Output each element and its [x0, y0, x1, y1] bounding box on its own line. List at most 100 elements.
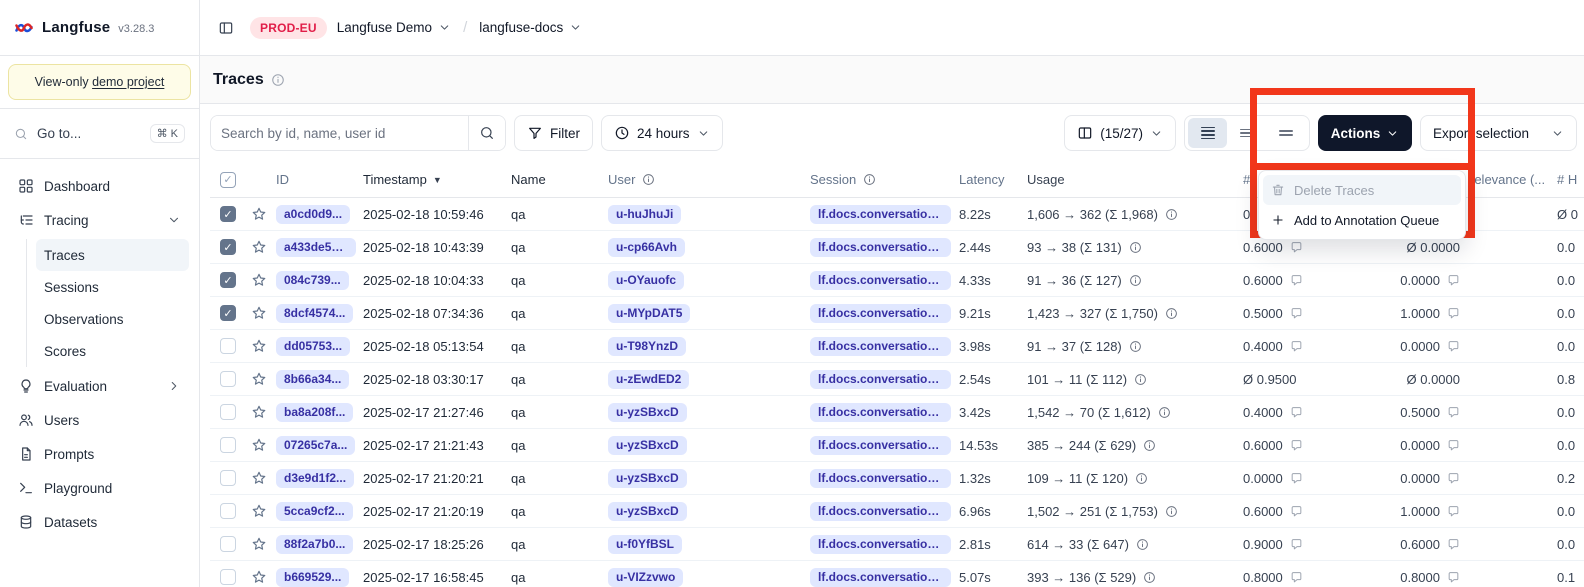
table-row[interactable]: ✓8dcf4574...2025-02-18 07:34:36qau-MYpDA… [210, 297, 1584, 330]
row-checkbox[interactable] [220, 569, 236, 585]
column-header-usage[interactable]: Usage [1021, 172, 1241, 187]
session-id-badge[interactable]: lf.docs.conversation... [810, 403, 951, 422]
star-icon[interactable] [251, 239, 267, 255]
column-header-relevance[interactable]: relevance (... [1468, 172, 1551, 187]
sidebar-item-prompts[interactable]: Prompts [10, 437, 189, 471]
session-id-badge[interactable]: lf.docs.conversation... [810, 568, 951, 587]
table-row[interactable]: 07265c7a...2025-02-17 21:21:43qau-yzSBxc… [210, 429, 1584, 462]
column-header-latency[interactable]: Latency [951, 172, 1021, 187]
menu-item-delete-traces[interactable]: Delete Traces [1263, 175, 1461, 205]
table-row[interactable]: dd05753...2025-02-18 05:13:54qau-T98YnzD… [210, 330, 1584, 363]
filter-button[interactable]: Filter [514, 115, 593, 151]
row-height-small-button[interactable] [1188, 118, 1227, 148]
row-checkbox[interactable] [220, 437, 236, 453]
trace-id-badge[interactable]: dd05753... [276, 337, 350, 356]
column-header-timestamp[interactable]: Timestamp▼ [356, 172, 506, 187]
user-id-badge[interactable]: u-yzSBxcD [608, 436, 687, 455]
column-header-session[interactable]: Session [801, 172, 951, 187]
trace-id-badge[interactable]: ba8a208f... [276, 403, 353, 422]
row-checkbox[interactable] [220, 470, 236, 486]
star-icon[interactable] [251, 272, 267, 288]
star-icon[interactable] [251, 569, 267, 585]
star-icon[interactable] [251, 404, 267, 420]
sidebar-item-traces[interactable]: Traces [36, 239, 189, 271]
row-checkbox[interactable]: ✓ [220, 206, 236, 222]
time-range-button[interactable]: 24 hours [601, 115, 723, 151]
session-id-badge[interactable]: lf.docs.conversation... [810, 271, 951, 290]
trace-id-badge[interactable]: 5cca9cf2... [276, 502, 353, 521]
session-id-badge[interactable]: lf.docs.conversation... [810, 502, 951, 521]
trace-id-badge[interactable]: a433de51... [276, 238, 356, 257]
user-id-badge[interactable]: u-T98YnzD [608, 337, 686, 356]
sidebar-item-evaluation[interactable]: Evaluation [10, 369, 189, 403]
user-id-badge[interactable]: u-VIZzvwo [608, 568, 683, 587]
trace-id-badge[interactable]: 8dcf4574... [276, 304, 353, 323]
sidebar-item-scores[interactable]: Scores [36, 335, 189, 367]
session-id-badge[interactable]: lf.docs.conversation... [810, 535, 951, 554]
trace-id-badge[interactable]: 07265c7a... [276, 436, 355, 455]
sidebar-item-observations[interactable]: Observations [36, 303, 189, 335]
column-header-score-c[interactable]: # H [1551, 172, 1584, 187]
row-height-medium-button[interactable] [1227, 118, 1266, 148]
column-header-name[interactable]: Name [506, 172, 601, 187]
table-row[interactable]: 8b66a34...2025-02-18 03:30:17qau-zEwdED2… [210, 363, 1584, 396]
trace-id-badge[interactable]: 084c739... [276, 271, 349, 290]
column-visibility-button[interactable]: (15/27) [1064, 115, 1176, 151]
star-icon[interactable] [251, 536, 267, 552]
user-id-badge[interactable]: u-OYauofc [608, 271, 684, 290]
org-selector[interactable]: Langfuse Demo [337, 20, 451, 35]
session-id-badge[interactable]: lf.docs.conversation... [810, 436, 951, 455]
sidebar-item-datasets[interactable]: Datasets [10, 505, 189, 539]
search-input[interactable] [211, 116, 468, 150]
trace-id-badge[interactable]: a0cd0d9... [276, 205, 350, 224]
row-checkbox[interactable] [220, 338, 236, 354]
row-checkbox[interactable] [220, 371, 236, 387]
table-row[interactable]: 5cca9cf2...2025-02-17 21:20:19qau-yzSBxc… [210, 495, 1584, 528]
column-header-id[interactable]: ID [272, 172, 356, 187]
column-header-user[interactable]: User [601, 172, 801, 187]
star-icon[interactable] [251, 503, 267, 519]
user-id-badge[interactable]: u-MYpDAT5 [608, 304, 690, 323]
user-id-badge[interactable]: u-f0YfBSL [608, 535, 682, 554]
user-id-badge[interactable]: u-yzSBxcD [608, 469, 687, 488]
user-id-badge[interactable]: u-huJhuJi [608, 205, 681, 224]
info-icon[interactable] [271, 73, 285, 87]
star-icon[interactable] [251, 305, 267, 321]
sidebar-item-sessions[interactable]: Sessions [36, 271, 189, 303]
session-id-badge[interactable]: lf.docs.conversation... [810, 304, 951, 323]
project-selector[interactable]: langfuse-docs [479, 20, 582, 35]
table-row[interactable]: ba8a208f...2025-02-17 21:27:46qau-yzSBxc… [210, 396, 1584, 429]
export-selection-button[interactable]: Export selection [1420, 115, 1577, 151]
row-checkbox[interactable] [220, 503, 236, 519]
row-height-large-button[interactable] [1267, 118, 1306, 148]
sidebar-item-dashboard[interactable]: Dashboard [10, 169, 189, 203]
session-id-badge[interactable]: lf.docs.conversation... [810, 238, 951, 257]
sidebar-toggle-icon[interactable] [212, 14, 240, 42]
session-id-badge[interactable]: lf.docs.conversation... [810, 469, 951, 488]
row-checkbox[interactable]: ✓ [220, 239, 236, 255]
session-id-badge[interactable]: lf.docs.conversation... [810, 205, 951, 224]
trace-id-badge[interactable]: b669529... [276, 568, 349, 587]
star-icon[interactable] [251, 206, 267, 222]
demo-project-link[interactable]: demo project [92, 75, 164, 89]
sidebar-item-users[interactable]: Users [10, 403, 189, 437]
sidebar-item-playground[interactable]: Playground [10, 471, 189, 505]
select-all-checkbox[interactable]: ✓ [220, 172, 236, 188]
user-id-badge[interactable]: u-zEwdED2 [608, 370, 689, 389]
table-row[interactable]: b669529...2025-02-17 16:58:45qau-VIZzvwo… [210, 561, 1584, 587]
user-id-badge[interactable]: u-cp66Avh [608, 238, 685, 257]
user-id-badge[interactable]: u-yzSBxcD [608, 403, 687, 422]
table-row[interactable]: ✓084c739...2025-02-18 10:04:33qau-OYauof… [210, 264, 1584, 297]
row-checkbox[interactable] [220, 536, 236, 552]
row-checkbox[interactable] [220, 404, 236, 420]
menu-item-add-to-annotation-queue[interactable]: Add to Annotation Queue [1263, 205, 1461, 235]
row-checkbox[interactable]: ✓ [220, 272, 236, 288]
session-id-badge[interactable]: lf.docs.conversation... [810, 370, 951, 389]
trace-id-badge[interactable]: 8b66a34... [276, 370, 349, 389]
star-icon[interactable] [251, 470, 267, 486]
sidebar-item-tracing[interactable]: Tracing [10, 203, 189, 237]
search-submit-button[interactable] [468, 116, 505, 150]
trace-id-badge[interactable]: 88f2a7b0... [276, 535, 353, 554]
actions-button[interactable]: Actions [1318, 115, 1412, 151]
environment-badge[interactable]: PROD-EU [250, 17, 327, 39]
